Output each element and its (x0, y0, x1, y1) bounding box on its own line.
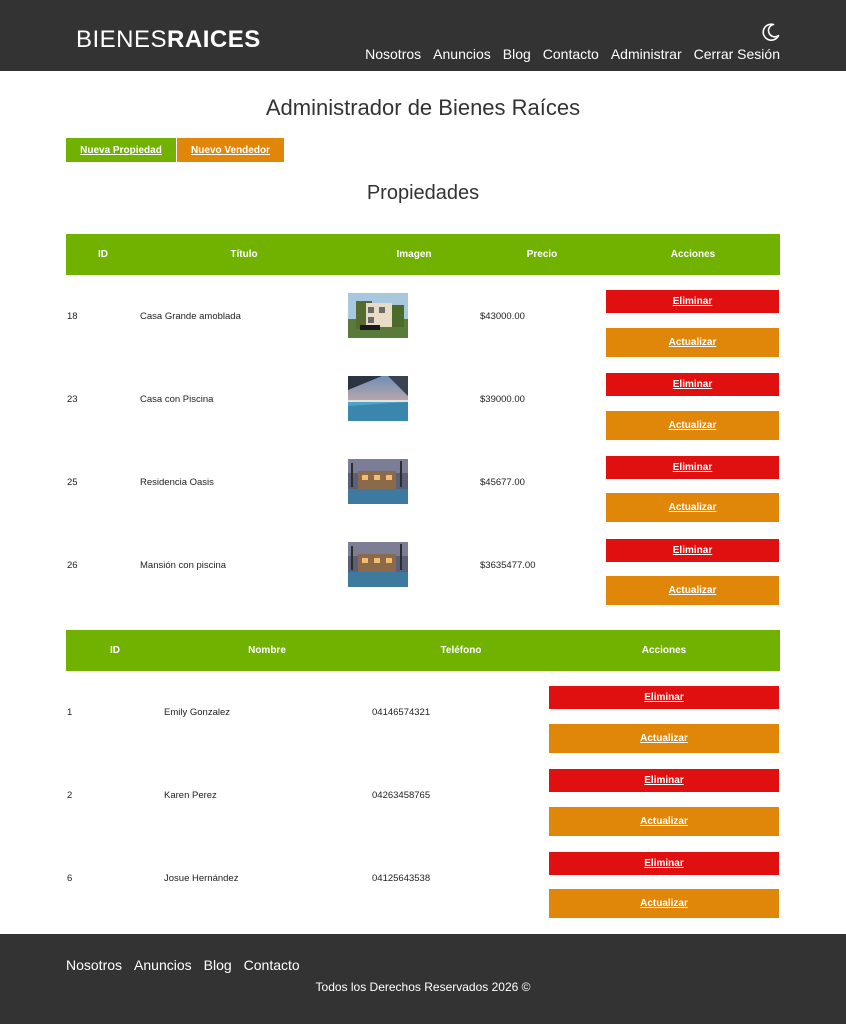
update-button[interactable]: Actualizar (606, 576, 779, 605)
footer-link-blog[interactable]: Blog (204, 956, 232, 974)
seller-phone: 04263458765 (372, 790, 431, 801)
footer-nav: Nosotros Anuncios Blog Contacto (66, 956, 300, 974)
delete-button[interactable]: Eliminar (606, 539, 779, 562)
nav-link-cerrar-sesion[interactable]: Cerrar Sesión (694, 45, 780, 63)
seller-id: 2 (67, 790, 73, 801)
update-button[interactable]: Actualizar (549, 807, 779, 836)
property-title: Mansión con piscina (140, 560, 227, 571)
new-property-button[interactable]: Nueva Propiedad (66, 138, 176, 162)
property-price: $3635477.00 (480, 560, 536, 571)
copyright-text: Todos los Derechos Reservados 2026 © (315, 980, 531, 994)
seller-phone: 04146574321 (372, 707, 431, 718)
nav-link-administrar[interactable]: Administrar (611, 45, 682, 63)
properties-table: ID Título Imagen Precio Acciones 18 Casa… (66, 234, 780, 610)
column-header-price: Precio (526, 249, 558, 260)
column-header-name: Nombre (248, 645, 286, 656)
delete-button[interactable]: Eliminar (606, 290, 779, 313)
property-title: Casa con Piscina (140, 394, 214, 405)
seller-id: 1 (67, 707, 73, 718)
column-header-id: ID (98, 249, 108, 260)
site-header: BIENESRAICES Nosotros Anuncios Blog Cont… (0, 0, 846, 71)
nav-link-nosotros[interactable]: Nosotros (365, 45, 421, 63)
page-title: Administrador de Bienes Raíces (265, 95, 581, 120)
column-header-image: Imagen (396, 249, 432, 260)
delete-button[interactable]: Eliminar (549, 852, 779, 875)
logo-light-text: BIENES (76, 26, 168, 53)
nav-link-blog[interactable]: Blog (503, 45, 531, 63)
footer-link-anuncios[interactable]: Anuncios (134, 956, 192, 974)
seller-name: Josue Hernández (164, 873, 239, 884)
properties-section-title: Propiedades (366, 182, 480, 204)
footer-link-nosotros[interactable]: Nosotros (66, 956, 122, 974)
seller-name: Karen Perez (164, 790, 217, 801)
moon-icon[interactable] (761, 22, 781, 42)
main-nav: Nosotros Anuncios Blog Contacto Administ… (365, 45, 780, 63)
seller-id: 6 (67, 873, 73, 884)
property-title: Residencia Oasis (140, 477, 214, 488)
property-id: 18 (67, 311, 78, 322)
sellers-table: ID Nombre Teléfono Acciones 1 Emily Gonz… (66, 630, 780, 920)
property-id: 25 (67, 477, 78, 488)
delete-button[interactable]: Eliminar (549, 686, 779, 709)
column-header-actions: Acciones (641, 645, 687, 656)
property-price: $39000.00 (480, 394, 525, 405)
property-id: 26 (67, 560, 78, 571)
update-button[interactable]: Actualizar (549, 889, 779, 918)
property-image (348, 376, 408, 421)
property-price: $45677.00 (480, 477, 525, 488)
nav-link-contacto[interactable]: Contacto (543, 45, 599, 63)
delete-button[interactable]: Eliminar (549, 769, 779, 792)
logo-bold-text: RAICES (167, 26, 261, 53)
update-button[interactable]: Actualizar (606, 328, 779, 357)
nav-link-anuncios[interactable]: Anuncios (433, 45, 491, 63)
property-title: Casa Grande amoblada (140, 311, 241, 322)
footer-link-contacto[interactable]: Contacto (244, 956, 300, 974)
site-logo[interactable]: BIENESRAICES (76, 27, 261, 53)
seller-phone: 04125643538 (372, 873, 431, 884)
seller-name: Emily Gonzalez (164, 707, 230, 718)
delete-button[interactable]: Eliminar (606, 456, 779, 479)
property-price: $43000.00 (480, 311, 525, 322)
property-id: 23 (67, 394, 78, 405)
property-image (348, 459, 408, 504)
column-header-id: ID (110, 645, 120, 656)
property-image (348, 542, 408, 587)
update-button[interactable]: Actualizar (606, 493, 779, 522)
column-header-actions: Acciones (670, 249, 716, 260)
column-header-title: Título (230, 249, 258, 260)
delete-button[interactable]: Eliminar (606, 373, 779, 396)
update-button[interactable]: Actualizar (549, 724, 779, 753)
new-seller-button[interactable]: Nuevo Vendedor (177, 138, 284, 162)
properties-table-header: ID Título Imagen Precio Acciones (66, 234, 780, 275)
site-footer: Nosotros Anuncios Blog Contacto Todos lo… (0, 934, 846, 1024)
sellers-table-header: ID Nombre Teléfono Acciones (66, 630, 780, 671)
update-button[interactable]: Actualizar (606, 411, 779, 440)
column-header-phone: Teléfono (440, 645, 482, 656)
property-image (348, 293, 408, 338)
